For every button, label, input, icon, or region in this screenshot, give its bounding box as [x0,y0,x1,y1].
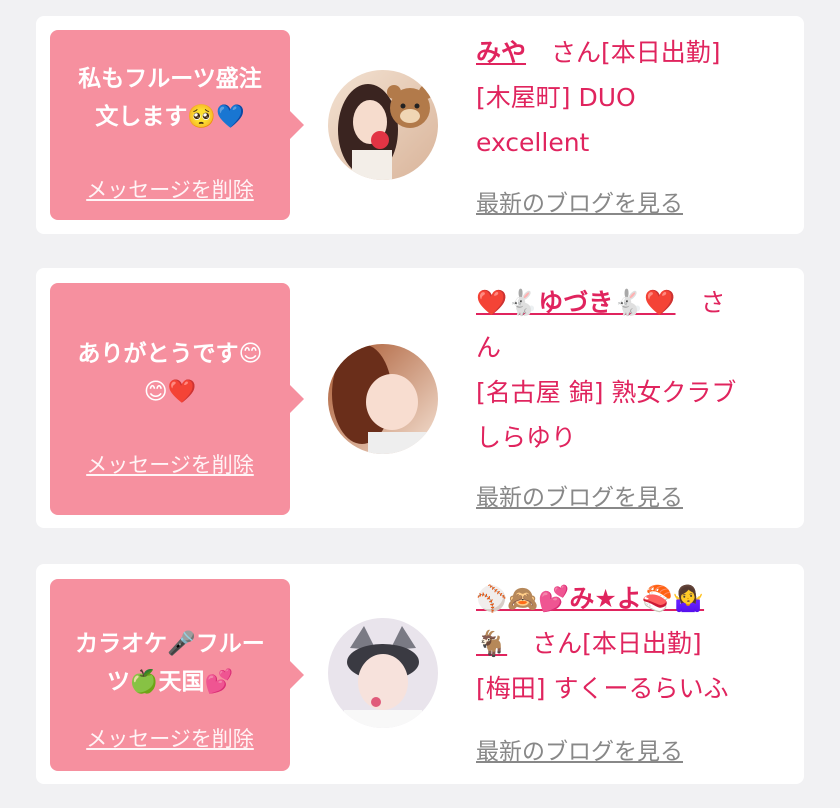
avatar[interactable] [328,70,438,180]
avatar[interactable] [328,618,438,728]
sender-info: ⚾🙈💕み★よ🍣🤷‍♀️ 🐐 さん[本日出勤] [梅田] すくーるらいふ [476,584,729,703]
sender-info: みや さん[本日出勤] [木屋町] DUO excellent [476,38,721,157]
message-card: 私もフルーツ盛注 文します🥺💙 メッセージを削除 みや さん[本日出勤] [木屋… [36,16,804,234]
message-card: カラオケ🎤フルー ツ🍏天国💕 メッセージを削除 ⚾🙈💕み★よ🍣🤷‍♀️ 🐐 さん… [36,564,804,784]
message-text: カラオケ🎤フルー ツ🍏天国💕 [75,631,265,695]
sender-info: ❤️🐇ゆづき🐇❤️ さ ん [名古屋 錦] 熟女クラブ しらゆり [476,288,737,452]
message-card: ありがとうです😊 😊❤️ メッセージを削除 ❤️🐇ゆづき🐇❤️ さ ん [名古屋… [36,268,804,528]
delete-message-link[interactable]: メッセージを削除 [50,449,290,479]
sender-name-link[interactable]: みや [476,38,526,67]
delete-message-link[interactable]: メッセージを削除 [50,723,290,753]
message-text: 私もフルーツ盛注 文します🥺💙 [78,66,262,130]
sender-name-link-cont[interactable]: 🐐 [476,629,507,658]
sender-name-link[interactable]: ❤️🐇ゆづき🐇❤️ [476,288,676,317]
message-bubble: カラオケ🎤フルー ツ🍏天国💕 メッセージを削除 [50,579,304,771]
delete-message-link[interactable]: メッセージを削除 [50,174,290,204]
sender-name-link[interactable]: ⚾🙈💕み★よ🍣🤷‍♀️ [476,584,704,613]
latest-blog-link[interactable]: 最新のブログを見る [476,184,683,218]
avatar[interactable] [328,344,438,454]
latest-blog-link[interactable]: 最新のブログを見る [476,478,683,512]
message-bubble: ありがとうです😊 😊❤️ メッセージを削除 [50,283,304,515]
message-bubble: 私もフルーツ盛注 文します🥺💙 メッセージを削除 [50,30,304,220]
latest-blog-link[interactable]: 最新のブログを見る [476,732,683,766]
message-text: ありがとうです😊 😊❤️ [77,341,263,405]
